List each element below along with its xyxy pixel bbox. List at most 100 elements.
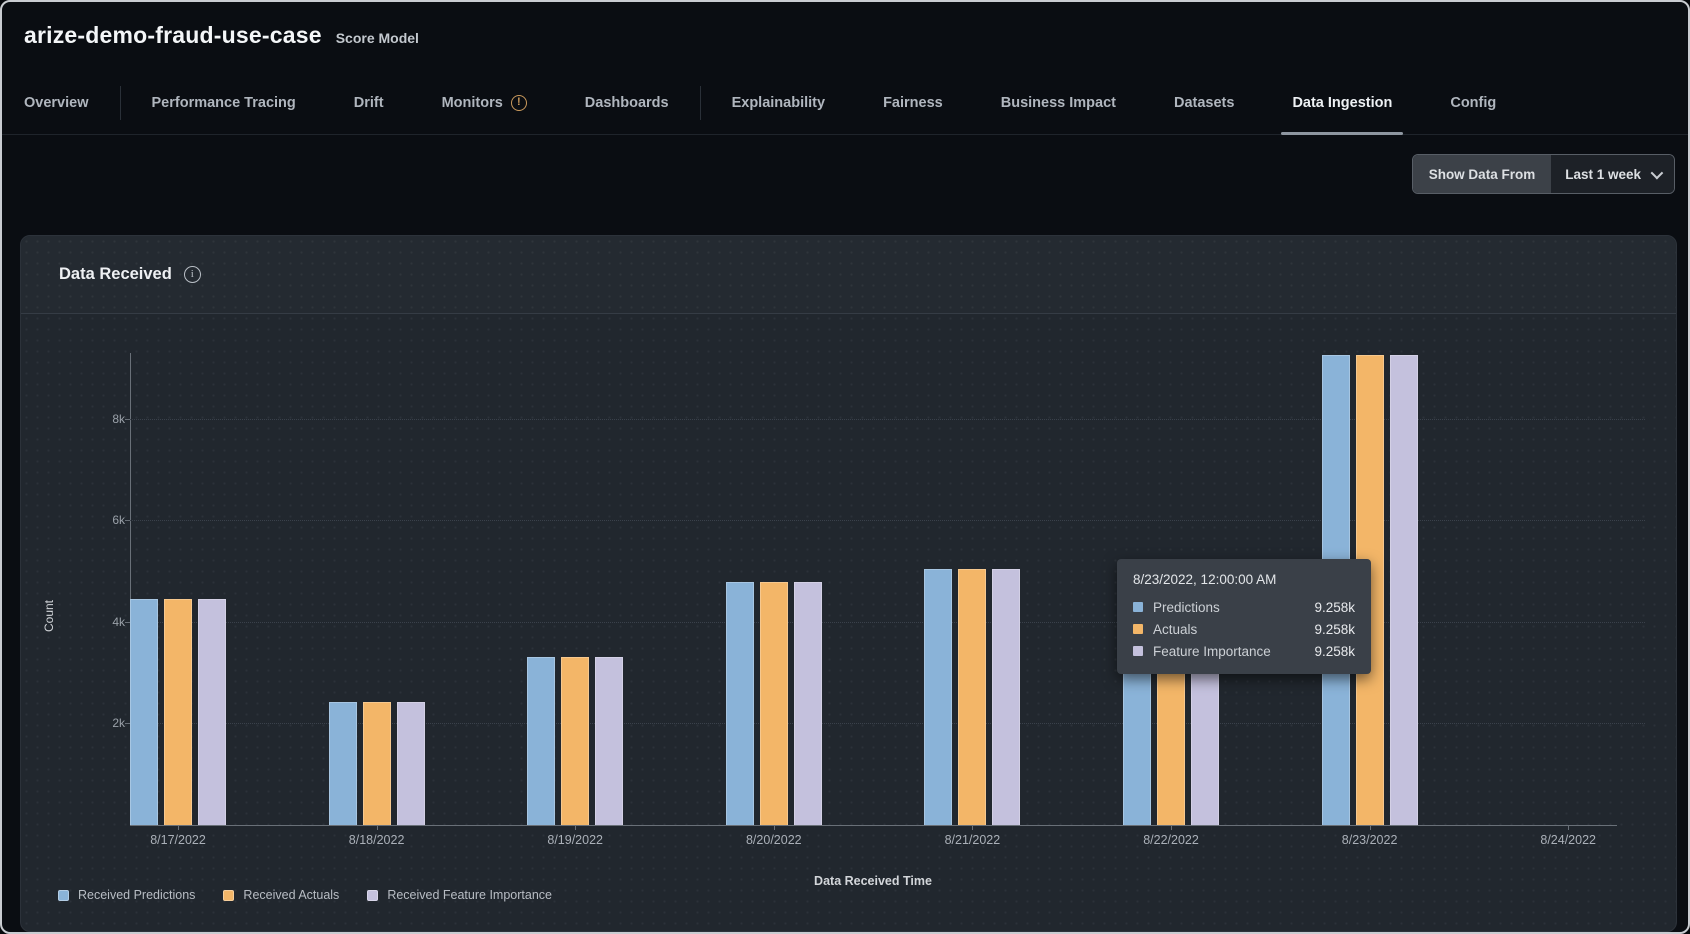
bar-received-feature-importance[interactable] (397, 702, 425, 825)
legend-color-chip (223, 890, 234, 901)
warning-icon: ! (511, 95, 527, 111)
tooltip-rows: Predictions9.258kActuals9.258kFeature Im… (1133, 596, 1355, 662)
x-tick (1171, 826, 1172, 830)
bar-received-predictions[interactable] (329, 702, 357, 825)
tab-divider (700, 86, 701, 120)
chevron-down-icon (1651, 166, 1664, 179)
tooltip-series-value: 9.258k (1314, 622, 1355, 637)
x-tick-label: 8/20/2022 (714, 833, 834, 847)
bar-received-feature-importance[interactable] (1390, 355, 1418, 825)
x-tick (1370, 826, 1371, 830)
tab-label: Config (1450, 95, 1496, 111)
tooltip-date: 8/23/2022, 12:00:00 AM (1133, 572, 1355, 587)
tab-label: Monitors (442, 95, 503, 111)
legend-color-chip (58, 890, 69, 901)
tab-datasets[interactable]: Datasets (1145, 72, 1263, 134)
bar-received-feature-importance[interactable] (198, 599, 226, 825)
y-tick-label: 8k (85, 412, 125, 426)
time-range-control[interactable]: Show Data From Last 1 week (1412, 154, 1675, 194)
tab-dashboards[interactable]: Dashboards (556, 72, 698, 134)
tab-label: Performance Tracing (152, 95, 296, 111)
legend-item-received-feature-importance[interactable]: Received Feature Importance (367, 888, 552, 902)
card-header: Data Received i (21, 236, 1676, 314)
bar-group-8/21/2022 (924, 353, 1020, 825)
tab-drift[interactable]: Drift (325, 72, 413, 134)
model-tab-bar: Overview Performance Tracing Drift Monitors… (2, 72, 1688, 135)
x-tick (178, 826, 179, 830)
chart-tooltip: 8/23/2022, 12:00:00 AM Predictions 9.258k… (1117, 559, 1371, 674)
tooltip-row: Feature Importance 9.258k (1133, 640, 1355, 662)
data-received-card: Data Received i Count Data Received Time… (20, 235, 1677, 932)
x-tick-label: 8/24/2022 (1508, 833, 1628, 847)
bar-received-predictions[interactable] (527, 657, 555, 825)
tab-explainability[interactable]: Explainability (703, 72, 854, 134)
legend-label: Received Predictions (78, 888, 195, 902)
tab-label: Overview (24, 95, 89, 111)
tooltip-series-label: Actuals (1153, 622, 1304, 637)
x-tick-label: 8/18/2022 (317, 833, 437, 847)
page-title: arize-demo-fraud-use-case (24, 22, 322, 49)
model-header: arize-demo-fraud-use-case Score Model (2, 2, 1688, 72)
bar-received-predictions[interactable] (726, 582, 754, 825)
bar-received-actuals[interactable] (958, 569, 986, 825)
legend-label: Received Actuals (243, 888, 339, 902)
app-window: arize-demo-fraud-use-case Score Model Ov… (0, 0, 1690, 934)
x-tick (1568, 826, 1569, 830)
x-tick-label: 8/19/2022 (515, 833, 635, 847)
tab-label: Business Impact (1001, 95, 1116, 111)
tab-label: Drift (354, 95, 384, 111)
tab-divider (120, 86, 121, 120)
y-tick-label: 2k (85, 716, 125, 730)
tab-data-ingestion[interactable]: Data Ingestion (1263, 72, 1421, 134)
legend-item-received-predictions[interactable]: Received Predictions (58, 888, 195, 902)
tooltip-color-chip (1133, 602, 1143, 612)
x-axis (130, 825, 1617, 826)
x-tick (575, 826, 576, 830)
bar-group-8/17/2022 (130, 353, 226, 825)
tab-performance-tracing[interactable]: Performance Tracing (123, 72, 325, 134)
bar-received-feature-importance[interactable] (794, 582, 822, 825)
tooltip-series-value: 9.258k (1314, 644, 1355, 659)
time-range-value: Last 1 week (1565, 167, 1641, 182)
bar-group-8/20/2022 (726, 353, 822, 825)
time-range-dropdown[interactable]: Last 1 week (1551, 155, 1674, 193)
bar-group-8/18/2022 (329, 353, 425, 825)
tab-label: Data Ingestion (1292, 95, 1392, 111)
bar-received-feature-importance[interactable] (992, 569, 1020, 825)
tooltip-series-value: 9.258k (1314, 600, 1355, 615)
chart-legend: Received Predictions Received Actuals Rece… (58, 888, 552, 902)
tooltip-row: Actuals 9.258k (1133, 618, 1355, 640)
tooltip-series-label: Feature Importance (1153, 644, 1304, 659)
tab-fairness[interactable]: Fairness (854, 72, 972, 134)
legend-item-received-actuals[interactable]: Received Actuals (223, 888, 339, 902)
card-title: Data Received (59, 265, 172, 284)
bar-received-actuals[interactable] (164, 599, 192, 825)
info-icon[interactable]: i (184, 266, 201, 283)
tooltip-series-label: Predictions (1153, 600, 1304, 615)
y-tick-label: 4k (85, 615, 125, 629)
tab-monitors[interactable]: Monitors! (413, 72, 556, 134)
bar-received-feature-importance[interactable] (595, 657, 623, 825)
bar-received-predictions[interactable] (924, 569, 952, 825)
bar-received-predictions[interactable] (130, 599, 158, 825)
tooltip-row: Predictions 9.258k (1133, 596, 1355, 618)
tab-label: Fairness (883, 95, 943, 111)
bar-received-actuals[interactable] (760, 582, 788, 825)
legend-label: Received Feature Importance (387, 888, 552, 902)
model-type-label: Score Model (336, 30, 419, 46)
x-tick-label: 8/22/2022 (1111, 833, 1231, 847)
x-tick-label: 8/23/2022 (1310, 833, 1430, 847)
bar-received-actuals[interactable] (363, 702, 391, 825)
bar-group-8/19/2022 (527, 353, 623, 825)
x-tick-label: 8/21/2022 (912, 833, 1032, 847)
y-tick-label: 6k (85, 513, 125, 527)
tooltip-color-chip (1133, 646, 1143, 656)
tab-business-impact[interactable]: Business Impact (972, 72, 1145, 134)
tab-config[interactable]: Config (1421, 72, 1525, 134)
tab-label: Datasets (1174, 95, 1234, 111)
x-tick-label: 8/17/2022 (118, 833, 238, 847)
tab-label: Dashboards (585, 95, 669, 111)
tab-overview[interactable]: Overview (24, 72, 118, 134)
bar-received-actuals[interactable] (561, 657, 589, 825)
legend-color-chip (367, 890, 378, 901)
